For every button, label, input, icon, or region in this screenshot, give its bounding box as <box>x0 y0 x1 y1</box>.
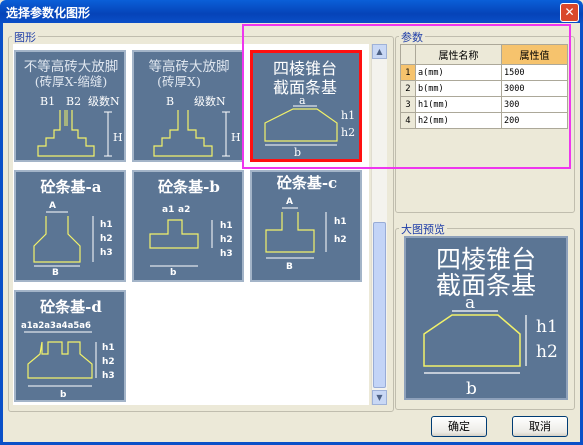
property-value-input[interactable]: 3000 <box>501 80 568 97</box>
row-index: 2 <box>400 80 416 97</box>
params-group-title: 参数 <box>399 29 425 45</box>
params-table: 属性名称 属性值 1 a(mm) 1500 2 b(mm) 3000 3 h1(… <box>400 44 568 129</box>
tile-label: h2 <box>100 234 113 244</box>
concrete-footing-c-drawing: 砼条基-c A h1 h2 B <box>265 174 347 272</box>
preview-label: b <box>466 379 477 398</box>
ok-button[interactable]: 确定 <box>431 416 487 437</box>
tile-label: h1 <box>100 220 113 230</box>
property-name: b(mm) <box>415 80 502 97</box>
preview-label: a <box>465 293 475 313</box>
tile-label: h1 <box>334 217 347 227</box>
tile-line1: 砼条基-d <box>40 298 102 316</box>
concrete-footing-d-drawing: 砼条基-d a1a2a3a4a5a6 h1 h2 h3 b <box>21 298 115 400</box>
property-name: h2(mm) <box>415 112 502 129</box>
tile-label: a <box>299 94 306 107</box>
preview-group-title: 大图预览 <box>399 221 447 237</box>
tile-label: h2 <box>102 357 115 367</box>
scroll-down-button[interactable]: ▼ <box>372 390 387 405</box>
tile-label: H <box>231 131 241 144</box>
shape-tile-frustum-strip-footing[interactable]: 四棱锥台 截面条基 a h1 h2 b <box>250 50 362 162</box>
preview-line1: 四棱锥台 <box>436 245 536 274</box>
tile-line1: 砼条基-b <box>158 178 220 196</box>
arrow-down-icon: ▼ <box>376 393 383 402</box>
tile-label: h1 <box>341 109 355 122</box>
arrow-up-icon: ▲ <box>376 47 383 56</box>
tile-label: h3 <box>100 248 113 258</box>
header-corner <box>400 44 416 65</box>
property-name: a(mm) <box>415 64 502 81</box>
table-row[interactable]: 1 a(mm) 1500 <box>400 64 568 81</box>
close-icon: ✕ <box>564 5 575 19</box>
tile-label: B <box>286 262 293 272</box>
preview-drawing: 四棱锥台 截面条基 a h1 h2 b <box>423 245 558 399</box>
tile-label: a1a2a3a4a5a6 <box>21 321 91 331</box>
tile-label: h3 <box>102 371 115 381</box>
shape-tile-unequal-brick-footing[interactable]: 不等高砖大放脚 (砖厚X-缩缝) B1 B2 级数N H <box>14 50 126 162</box>
property-value-input[interactable]: 200 <box>501 112 568 129</box>
tile-label: h3 <box>220 249 233 259</box>
tile-label: h2 <box>341 126 355 139</box>
tile-label: h2 <box>334 235 347 245</box>
property-value-input[interactable]: 1500 <box>501 64 568 81</box>
property-value-input[interactable]: 300 <box>501 96 568 113</box>
shape-tile-concrete-footing-b[interactable]: 砼条基-b a1 a2 h1 h2 h3 b <box>132 170 244 282</box>
table-row[interactable]: 3 h1(mm) 300 <box>400 96 568 113</box>
tile-line1: 砼条基-a <box>41 178 102 196</box>
scroll-thumb[interactable] <box>373 222 386 388</box>
preview-label: h2 <box>536 342 558 362</box>
equal-brick-footing-drawing: 等高砖大放脚 (砖厚X) B 级数N H <box>149 58 241 157</box>
shape-gallery: 不等高砖大放脚 (砖厚X-缩缝) B1 B2 级数N H 等高砖大放脚 (砖厚X… <box>13 44 369 405</box>
tile-line1: 等高砖大放脚 <box>149 58 230 75</box>
large-preview: 四棱锥台 截面条基 a h1 h2 b <box>404 236 568 400</box>
tile-line1: 四棱锥台 <box>273 59 337 78</box>
tile-label: A <box>286 197 293 207</box>
tile-line1: 不等高砖大放脚 <box>24 58 119 75</box>
tile-label: 级数N <box>194 95 226 108</box>
preview-label: h1 <box>536 317 558 337</box>
preview-line2: 截面条基 <box>436 271 536 300</box>
tile-label: B <box>166 95 174 108</box>
tile-label: a1 <box>162 205 174 215</box>
tile-line2: (砖厚X) <box>157 74 201 89</box>
shape-tile-concrete-footing-a[interactable]: 砼条基-a A h1 h2 h3 B <box>14 170 126 282</box>
tile-label: h1 <box>102 343 115 353</box>
shape-tile-concrete-footing-d[interactable]: 砼条基-d a1a2a3a4a5a6 h1 h2 h3 b <box>14 290 126 402</box>
table-row[interactable]: 4 h2(mm) 200 <box>400 112 568 129</box>
title-bar: 选择参数化图形 ✕ <box>0 0 583 23</box>
shape-tile-equal-brick-footing[interactable]: 等高砖大放脚 (砖厚X) B 级数N H <box>132 50 244 162</box>
scroll-up-button[interactable]: ▲ <box>372 44 387 59</box>
tile-label: h2 <box>220 235 233 245</box>
frustum-strip-footing-drawing: 四棱锥台 截面条基 a h1 h2 b <box>264 59 355 159</box>
property-name: h1(mm) <box>415 96 502 113</box>
tile-label: A <box>49 201 56 211</box>
tile-label: B2 <box>66 95 81 108</box>
tile-label: b <box>294 146 301 159</box>
row-index: 4 <box>400 112 416 129</box>
tile-label: B1 <box>40 95 55 108</box>
shapes-group-title: 图形 <box>12 29 38 45</box>
table-row[interactable]: 2 b(mm) 3000 <box>400 80 568 97</box>
close-button[interactable]: ✕ <box>560 3 579 22</box>
header-property-name[interactable]: 属性名称 <box>415 44 502 65</box>
window-title: 选择参数化图形 <box>6 6 91 20</box>
concrete-footing-b-drawing: 砼条基-b a1 a2 h1 h2 h3 b <box>149 178 233 278</box>
row-index: 3 <box>400 96 416 113</box>
tile-line2: (砖厚X-缩缝) <box>35 74 107 89</box>
header-property-value[interactable]: 属性值 <box>501 44 568 65</box>
gallery-scrollbar[interactable]: ▲ ▼ <box>371 44 387 405</box>
cancel-button[interactable]: 取消 <box>512 416 568 437</box>
concrete-footing-a-drawing: 砼条基-a A h1 h2 h3 B <box>33 178 113 278</box>
shape-tile-concrete-footing-c[interactable]: 砼条基-c A h1 h2 B <box>250 170 362 282</box>
tile-label: H <box>113 131 123 144</box>
tile-label: b <box>170 268 177 278</box>
tile-label: 级数N <box>88 95 120 108</box>
unequal-brick-footing-drawing: 不等高砖大放脚 (砖厚X-缩缝) B1 B2 级数N H <box>24 58 123 157</box>
tile-label: b <box>60 390 67 400</box>
params-table-header: 属性名称 属性值 <box>400 44 568 65</box>
tile-line1: 砼条基-c <box>277 174 337 192</box>
row-index: 1 <box>400 64 416 81</box>
tile-label: h1 <box>220 221 233 231</box>
tile-label: B <box>52 268 59 278</box>
tile-label: a2 <box>178 205 190 215</box>
